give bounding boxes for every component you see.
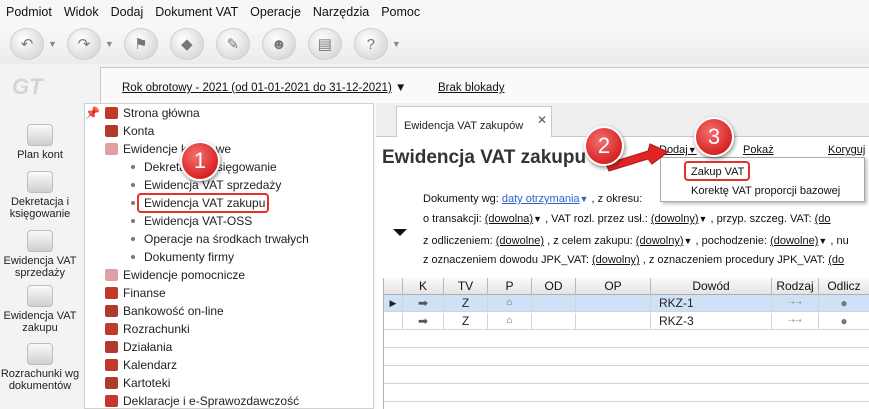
- step-badge-1: 1: [180, 141, 220, 181]
- annotation-arrow: [605, 143, 669, 172]
- step-badge-3: 3: [694, 117, 734, 157]
- step-badge-2: 2: [584, 126, 624, 166]
